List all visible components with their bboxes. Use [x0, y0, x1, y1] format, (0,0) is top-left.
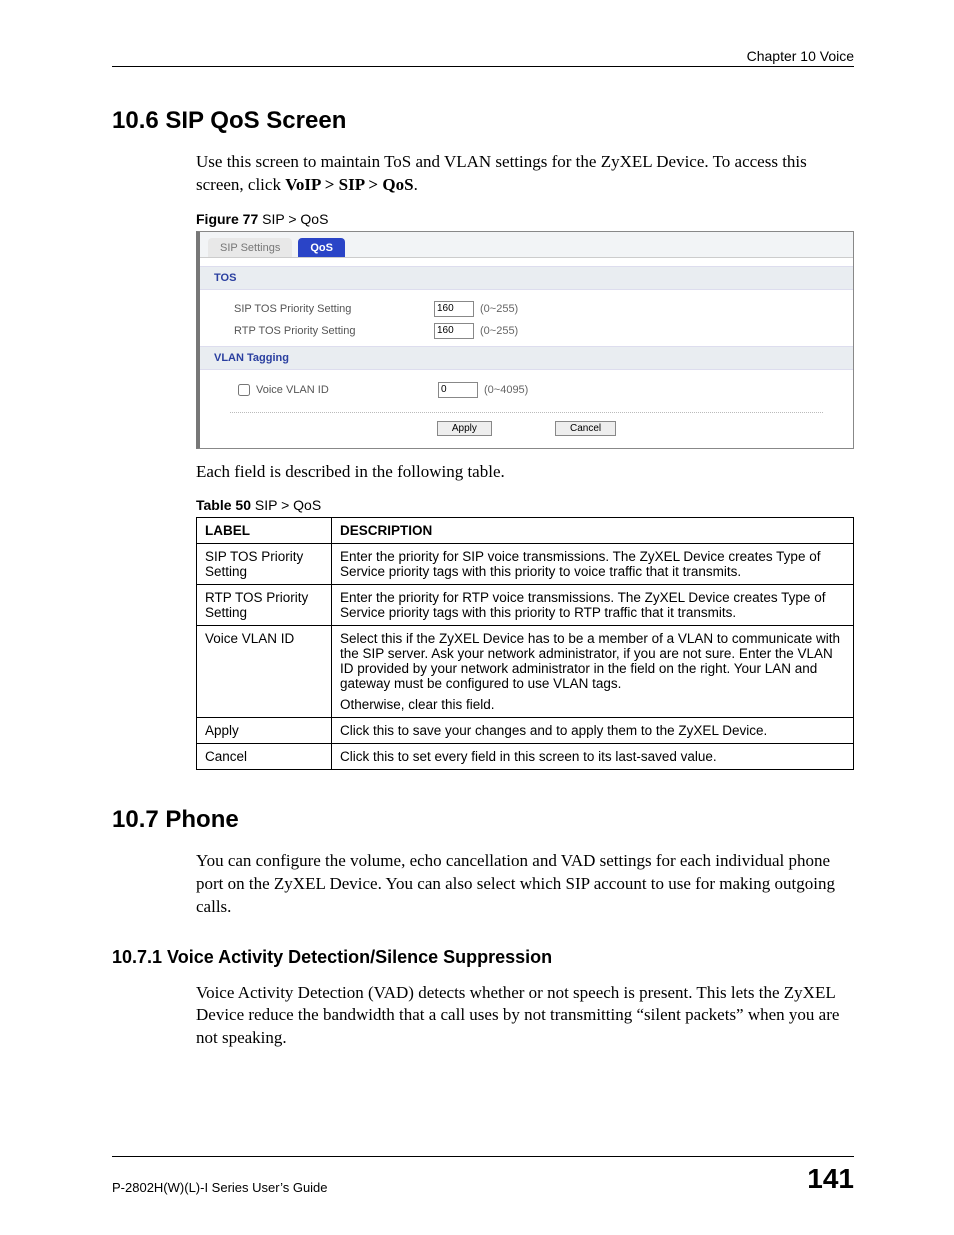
cell-desc: Click this to set every field in this sc…: [332, 744, 854, 770]
label-sip-tos: SIP TOS Priority Setting: [234, 303, 434, 315]
group-header-tos: TOS: [200, 266, 853, 290]
figure-77-number: Figure 77: [196, 211, 258, 227]
range-rtp-tos: (0~255): [480, 325, 518, 337]
cell-desc: Click this to save your changes and to a…: [332, 718, 854, 744]
input-rtp-tos[interactable]: [434, 323, 474, 339]
intro-text-c: .: [414, 175, 418, 194]
table-row: Cancel Click this to set every field in …: [197, 744, 854, 770]
table-row: SIP TOS Priority Setting Enter the prior…: [197, 544, 854, 585]
figure-button-row: Apply Cancel: [230, 412, 823, 448]
table-row: Voice VLAN ID Select this if the ZyXEL D…: [197, 626, 854, 718]
table-50-number: Table 50: [196, 497, 251, 513]
cell-desc-p2: Otherwise, clear this field.: [340, 697, 845, 712]
range-voice-vlan: (0~4095): [484, 384, 528, 396]
after-figure-text: Each field is described in the following…: [196, 461, 854, 484]
section-10-7-title: 10.7 Phone: [112, 806, 854, 834]
row-rtp-tos: RTP TOS Priority Setting (0~255): [200, 320, 853, 342]
cell-desc-p1: Select this if the ZyXEL Device has to b…: [340, 631, 845, 691]
row-sip-tos: SIP TOS Priority Setting (0~255): [200, 298, 853, 320]
footer-page-number: 141: [807, 1163, 854, 1195]
cell-label: RTP TOS Priority Setting: [197, 585, 332, 626]
section-10-6-intro: Use this screen to maintain ToS and VLAN…: [196, 151, 854, 197]
cell-desc: Enter the priority for SIP voice transmi…: [332, 544, 854, 585]
table-row: Apply Click this to save your changes an…: [197, 718, 854, 744]
tab-bar: SIP Settings QoS: [200, 232, 853, 258]
table-50: LABEL DESCRIPTION SIP TOS Priority Setti…: [196, 517, 854, 770]
cell-label: Apply: [197, 718, 332, 744]
page-footer: P-2802H(W)(L)-I Series User’s Guide 141: [112, 1156, 854, 1195]
input-voice-vlan[interactable]: [438, 382, 478, 398]
table-50-caption: Table 50 SIP > QoS: [196, 497, 854, 513]
table-50-title: SIP > QoS: [251, 497, 321, 513]
label-rtp-tos: RTP TOS Priority Setting: [234, 325, 434, 337]
running-header: Chapter 10 Voice: [112, 48, 854, 67]
cancel-button[interactable]: Cancel: [555, 421, 616, 436]
figure-77-caption: Figure 77 SIP > QoS: [196, 211, 854, 227]
th-label: LABEL: [197, 518, 332, 544]
table-row: RTP TOS Priority Setting Enter the prior…: [197, 585, 854, 626]
range-sip-tos: (0~255): [480, 303, 518, 315]
group-header-vlan: VLAN Tagging: [200, 346, 853, 370]
tab-qos[interactable]: QoS: [298, 238, 345, 257]
cell-desc: Select this if the ZyXEL Device has to b…: [332, 626, 854, 718]
footer-guide-title: P-2802H(W)(L)-I Series User’s Guide: [112, 1180, 328, 1195]
row-voice-vlan: Voice VLAN ID (0~4095): [200, 378, 853, 402]
checkbox-voice-vlan[interactable]: [238, 384, 250, 396]
section-10-7-1-title: 10.7.1 Voice Activity Detection/Silence …: [112, 947, 854, 968]
th-description: DESCRIPTION: [332, 518, 854, 544]
figure-77-screenshot: SIP Settings QoS TOS SIP TOS Priority Se…: [196, 231, 854, 449]
cell-label: SIP TOS Priority Setting: [197, 544, 332, 585]
tab-sip-settings[interactable]: SIP Settings: [208, 238, 292, 257]
cell-label: Voice VLAN ID: [197, 626, 332, 718]
cell-desc: Enter the priority for RTP voice transmi…: [332, 585, 854, 626]
intro-text-bold: VoIP > SIP > QoS: [285, 175, 413, 194]
section-10-7-1-body: Voice Activity Detection (VAD) detects w…: [196, 982, 854, 1050]
figure-77-title: SIP > QoS: [258, 211, 328, 227]
section-10-7-body: You can configure the volume, echo cance…: [196, 850, 854, 918]
label-voice-vlan: Voice VLAN ID: [256, 384, 438, 396]
apply-button[interactable]: Apply: [437, 421, 492, 436]
section-10-6-title: 10.6 SIP QoS Screen: [112, 107, 854, 135]
cell-label: Cancel: [197, 744, 332, 770]
input-sip-tos[interactable]: [434, 301, 474, 317]
table-header-row: LABEL DESCRIPTION: [197, 518, 854, 544]
